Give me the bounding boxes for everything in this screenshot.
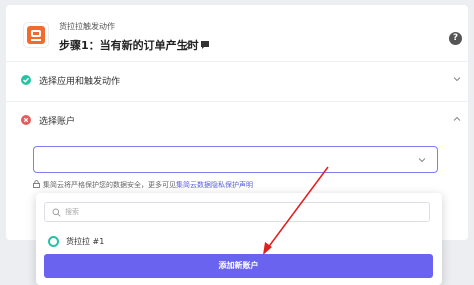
question-icon[interactable]: ?: [449, 32, 462, 45]
step-header: 货拉拉触发动作 步骤1：当有新的订单产生时 ?: [6, 5, 468, 61]
privacy-text: 集简云将严格保护您的数据安全，更多可见: [43, 181, 176, 189]
app-name: 货拉拉触发动作: [59, 22, 115, 31]
step-label: 选择应用和触发动作: [39, 77, 121, 87]
error-icon: [21, 115, 31, 125]
privacy-link[interactable]: 集简云数据隐私保护声明: [176, 181, 253, 189]
step-row-account[interactable]: 选择账户: [6, 101, 468, 141]
add-account-button[interactable]: 添加新账户: [44, 254, 433, 278]
search-icon: [52, 208, 61, 217]
pencil-icon[interactable]: [183, 40, 193, 50]
step-title: 步骤1：当有新的订单产生时: [59, 39, 199, 52]
chevron-down-icon: [418, 158, 426, 163]
radio-icon[interactable]: [48, 236, 59, 247]
search-input[interactable]: [65, 205, 425, 219]
truck-icon: [23, 22, 49, 48]
lock-icon: [33, 180, 40, 188]
check-icon: [21, 75, 31, 85]
account-name: 货拉拉 #1: [66, 237, 105, 246]
step-label: 选择账户: [39, 117, 76, 127]
comment-icon[interactable]: [200, 40, 210, 50]
account-dropdown: 货拉拉 #1 添加新账户: [36, 193, 442, 285]
chevron-up-icon[interactable]: [452, 114, 462, 124]
privacy-notice: 集简云将严格保护您的数据安全，更多可见集简云数据隐私保护声明: [33, 180, 253, 190]
search-box[interactable]: [44, 202, 430, 222]
step-row-app-trigger[interactable]: 选择应用和触发动作: [6, 61, 468, 101]
account-select[interactable]: [33, 146, 438, 173]
chevron-down-icon[interactable]: [452, 74, 462, 84]
